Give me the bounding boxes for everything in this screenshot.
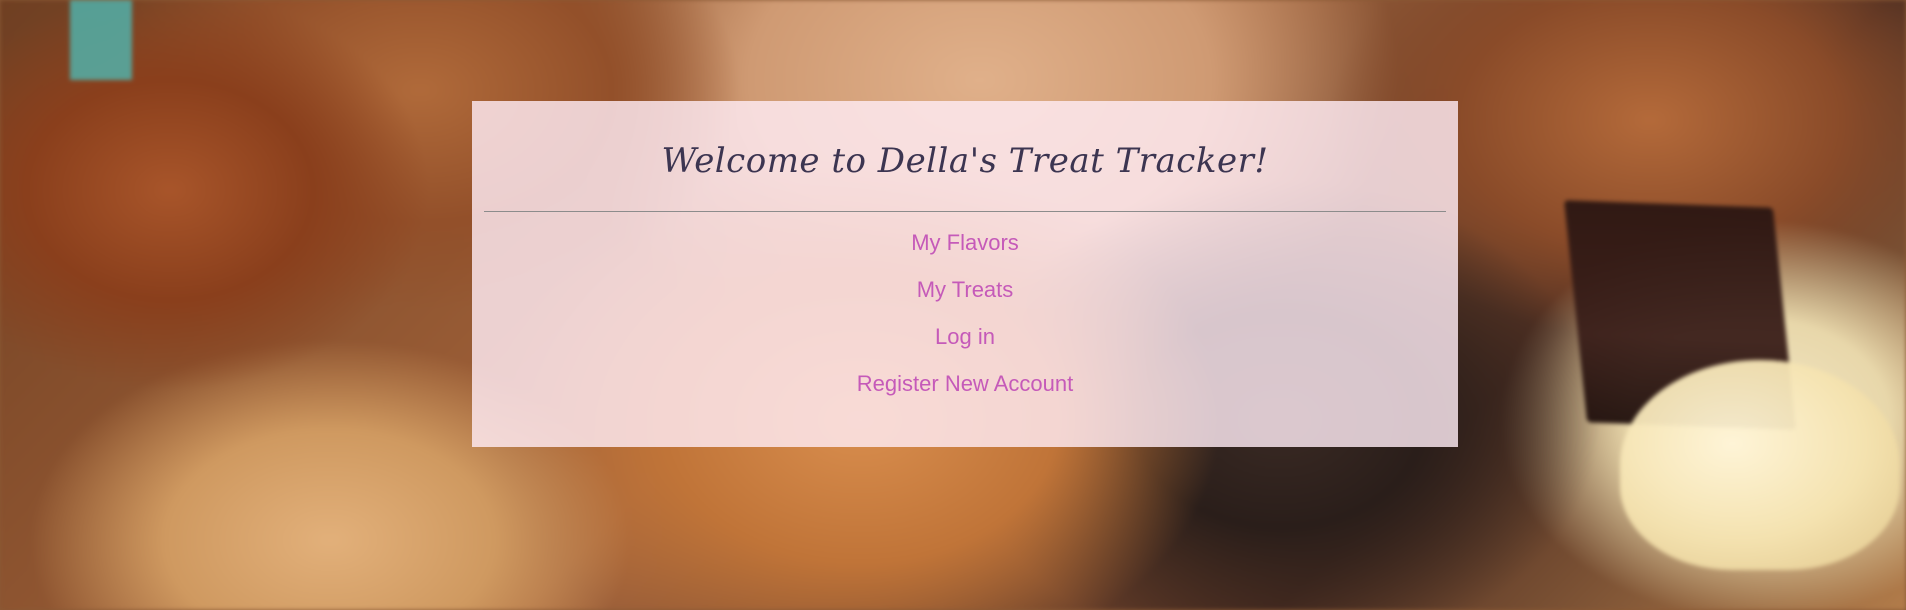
nav-item-my-treats: My Treats [472,277,1458,324]
main-nav: My Flavors My Treats Log in Register New… [472,212,1458,418]
my-flavors-link[interactable]: My Flavors [911,230,1019,256]
background-decor [1620,360,1900,570]
my-treats-link[interactable]: My Treats [917,277,1014,303]
welcome-card: Welcome to Della's Treat Tracker! My Fla… [472,101,1458,447]
background-decor [70,0,132,80]
log-in-link[interactable]: Log in [935,324,995,350]
page-title: Welcome to Della's Treat Tracker! [661,141,1269,181]
nav-item-log-in: Log in [472,324,1458,371]
nav-item-my-flavors: My Flavors [472,230,1458,277]
register-new-account-link[interactable]: Register New Account [857,371,1073,397]
nav-item-register: Register New Account [472,371,1458,418]
